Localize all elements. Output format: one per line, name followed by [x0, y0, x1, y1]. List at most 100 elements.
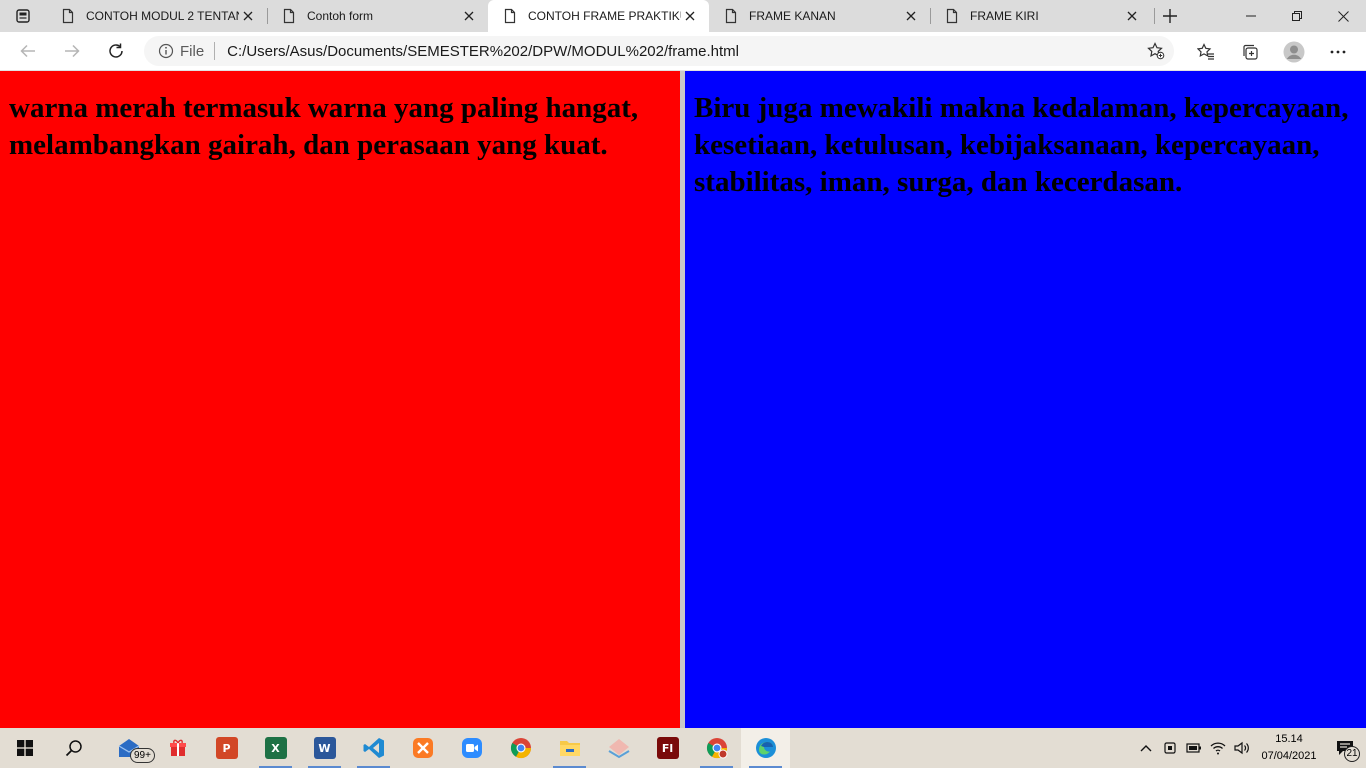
navigation-bar: File C:/Users/Asus/Documents/SEMESTER%20… [0, 32, 1366, 71]
tab-frame-kiri[interactable]: FRAME KIRI [930, 0, 1151, 32]
taskbar-powerpoint[interactable]: P [202, 728, 251, 768]
clock-button[interactable]: 15.14 07/04/2021 [1254, 731, 1324, 765]
chrome-icon [706, 738, 727, 759]
arrow-right-icon [65, 44, 80, 58]
battery-icon [1186, 743, 1201, 753]
frame-right-text: Biru juga mewakili makna kedalaman, kepe… [694, 92, 1349, 198]
plus-icon [1163, 9, 1177, 23]
close-icon [685, 11, 695, 21]
taskbar-zoom[interactable] [447, 728, 496, 768]
refresh-button[interactable] [94, 35, 138, 67]
minimize-icon [1246, 15, 1256, 17]
taskbar-excel[interactable]: X [251, 728, 300, 768]
close-icon [1337, 10, 1349, 22]
taskbar-mail[interactable]: 99+ [104, 728, 155, 768]
tab-strip: CONTOH MODUL 2 TENTANG Contoh form CONTO… [0, 0, 1366, 32]
tab-contoh-frame-praktikum[interactable]: CONTOH FRAME PRAKTIKUM [488, 0, 709, 32]
close-icon [464, 11, 474, 21]
restore-icon [1292, 11, 1302, 21]
taskbar-app-diamond[interactable] [594, 728, 643, 768]
minimize-button[interactable] [1228, 0, 1274, 32]
wifi-icon [1210, 742, 1226, 755]
taskbar-edge[interactable] [741, 728, 790, 768]
favorites-icon [1197, 43, 1214, 60]
volume-icon [1234, 741, 1249, 755]
folder-icon [559, 741, 580, 756]
tab-modul-2[interactable]: CONTOH MODUL 2 TENTANG [46, 0, 267, 32]
back-button[interactable] [6, 35, 50, 67]
tray-device-button[interactable] [1158, 728, 1182, 768]
arrow-left-icon [20, 44, 35, 58]
chevron-up-icon [1140, 745, 1152, 752]
add-favorite-button[interactable] [1146, 41, 1166, 61]
device-icon [1164, 742, 1176, 754]
chrome-icon [510, 738, 531, 759]
taskbar-word[interactable]: W [300, 728, 349, 768]
search-button[interactable] [49, 728, 98, 768]
collections-button[interactable] [1228, 36, 1272, 68]
tab-close-button[interactable] [460, 7, 478, 25]
volume-button[interactable] [1230, 728, 1254, 768]
more-horizontal-icon [1330, 50, 1346, 54]
info-icon[interactable] [158, 43, 174, 59]
forward-button[interactable] [50, 35, 94, 67]
tab-actions-button[interactable] [0, 0, 46, 32]
taskbar-file-explorer[interactable] [545, 728, 594, 768]
word-icon: W [313, 737, 336, 759]
frame-left-text: warna merah termasuk warna yang paling h… [9, 92, 639, 161]
zoom-icon [461, 738, 482, 758]
tab-close-button[interactable] [239, 7, 257, 25]
tab-title: CONTOH MODUL 2 TENTANG [86, 9, 239, 23]
frameset: warna merah termasuk warna yang paling h… [0, 71, 1366, 728]
action-center-button[interactable]: 21 [1324, 728, 1366, 768]
collections-icon [1243, 44, 1258, 60]
new-tab-button[interactable] [1151, 0, 1189, 32]
show-hidden-icons-button[interactable] [1134, 728, 1158, 768]
profile-button[interactable] [1272, 36, 1316, 68]
start-button[interactable] [0, 728, 49, 768]
tab-title: CONTOH FRAME PRAKTIKUM [528, 9, 681, 23]
powerpoint-icon: P [215, 737, 238, 759]
taskbar-gift[interactable] [153, 728, 202, 768]
xampp-icon [412, 738, 433, 758]
taskbar-xampp[interactable] [398, 728, 447, 768]
tab-title: FRAME KIRI [970, 9, 1039, 23]
refresh-icon [109, 43, 123, 58]
site-info-label[interactable]: File [180, 43, 204, 60]
clock-time: 15.14 [1275, 733, 1303, 745]
close-icon [906, 11, 916, 21]
favorites-button[interactable] [1184, 36, 1228, 68]
close-window-button[interactable] [1320, 0, 1366, 32]
wifi-button[interactable] [1206, 728, 1230, 768]
address-bar[interactable]: File C:/Users/Asus/Documents/SEMESTER%20… [144, 36, 1174, 66]
frame-right-blue: Biru juga mewakili makna kedalaman, kepe… [685, 71, 1366, 728]
address-divider [214, 42, 216, 60]
tab-close-button[interactable] [1123, 7, 1141, 25]
star-add-icon [1147, 42, 1165, 60]
avatar-icon [1283, 41, 1305, 63]
taskbar-chrome-profile[interactable] [692, 728, 741, 768]
window-controls [1228, 0, 1366, 32]
tab-contoh-form[interactable]: Contoh form [267, 0, 488, 32]
url-text[interactable]: C:/Users/Asus/Documents/SEMESTER%202/DPW… [227, 43, 1146, 60]
battery-button[interactable] [1182, 728, 1206, 768]
tab-title: Contoh form [307, 9, 374, 23]
restore-button[interactable] [1274, 0, 1320, 32]
settings-more-button[interactable] [1316, 36, 1360, 68]
app-diamond-icon [607, 739, 630, 759]
notification-count-badge: 21 [1344, 746, 1360, 762]
clock-date: 07/04/2021 [1261, 750, 1317, 762]
tab-close-button[interactable] [681, 7, 699, 25]
page-icon [725, 8, 737, 24]
system-tray: 15.14 07/04/2021 21 [1134, 728, 1366, 768]
tab-actions-icon [16, 9, 30, 23]
tab-frame-kanan[interactable]: FRAME KANAN [709, 0, 930, 32]
taskbar-chrome[interactable] [496, 728, 545, 768]
page-icon [283, 8, 295, 24]
tab-close-button[interactable] [902, 7, 920, 25]
page-icon [946, 8, 958, 24]
search-icon [65, 740, 82, 757]
taskbar-vscode[interactable] [349, 728, 398, 768]
taskbar-flash[interactable]: Fl [643, 728, 692, 768]
page-icon [62, 8, 74, 24]
